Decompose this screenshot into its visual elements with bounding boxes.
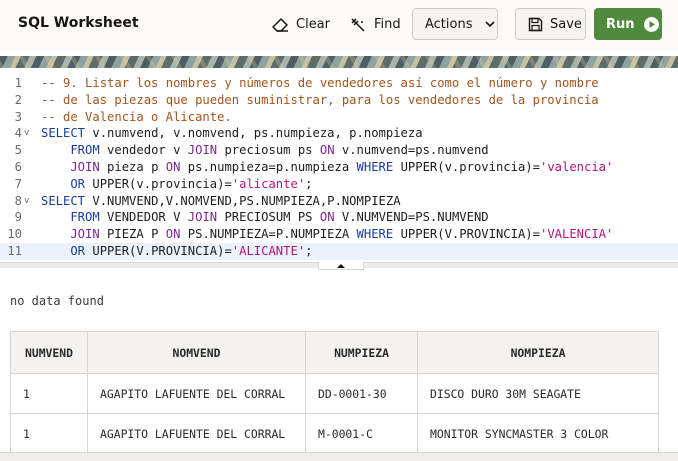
find-icon bbox=[351, 17, 365, 32]
worksheet-toolbar: SQL Worksheet Clear Find Actions Save Ru… bbox=[0, 0, 678, 50]
find-button-label: Find bbox=[374, 16, 401, 32]
result-status-message: no data found bbox=[10, 294, 104, 308]
table-cell: 1 bbox=[10, 373, 88, 414]
table-row: 1 AGAPITO LAFUENTE DEL CORRAL DD-0001-30… bbox=[10, 373, 659, 414]
clear-button[interactable]: Clear bbox=[272, 8, 330, 40]
actions-menu-button[interactable]: Actions bbox=[412, 8, 498, 40]
line-number: 2 bbox=[14, 92, 22, 107]
line-number: 10 bbox=[7, 227, 22, 242]
line-number: 1 bbox=[14, 76, 22, 90]
code-line[interactable]: 1 -- 9. Listar los nombres y números de v… bbox=[0, 75, 678, 92]
code-text: FROM VENDEDOR V JOIN PRECIOSUM PS ON V.N… bbox=[41, 210, 489, 225]
table-cell: AGAPITO LAFUENTE DEL CORRAL bbox=[87, 413, 306, 454]
run-button[interactable]: Run bbox=[594, 8, 662, 40]
fold-toggle-icon[interactable]: v bbox=[24, 125, 29, 142]
code-text: OR UPPER(V.PROVINCIA)='ALICANTE'; bbox=[41, 244, 313, 258]
code-line[interactable]: 7 OR UPPER(v.provincia)='alicante'; bbox=[0, 176, 678, 193]
table-cell: DISCO DURO 30M SEAGATE bbox=[417, 373, 659, 414]
clear-button-label: Clear bbox=[296, 16, 330, 32]
collapse-editor-handle[interactable] bbox=[318, 262, 364, 270]
results-header-row: NUMVEND NOMVEND NUMPIEZA NOMPIEZA bbox=[10, 331, 659, 374]
line-number: 6 bbox=[14, 160, 22, 174]
table-cell: 1 bbox=[10, 413, 88, 454]
column-header[interactable]: NOMPIEZA bbox=[417, 331, 659, 374]
save-button-label: Save bbox=[550, 16, 582, 32]
code-line[interactable]: 4 v SELECT v.numvend, v.nomvend, ps.numpie… bbox=[0, 125, 678, 142]
column-header[interactable]: NOMVEND bbox=[87, 331, 306, 374]
code-text: -- 9. Listar los nombres y números de ve… bbox=[41, 76, 599, 90]
results-table: NUMVEND NOMVEND NUMPIEZA NOMPIEZA 1 AGAP… bbox=[10, 331, 659, 454]
line-number: 8 bbox=[14, 193, 22, 208]
table-row: 1 AGAPITO LAFUENTE DEL CORRAL M-0001-C M… bbox=[10, 413, 659, 454]
code-text: FROM vendedor v JOIN preciosum ps ON v.n… bbox=[41, 143, 489, 158]
page-title: SQL Worksheet bbox=[18, 15, 139, 31]
table-cell: AGAPITO LAFUENTE DEL CORRAL bbox=[87, 373, 306, 414]
code-line[interactable]: 3 -- de Valencia o Alicante. bbox=[0, 109, 678, 126]
table-cell: M-0001-C bbox=[305, 413, 418, 454]
eraser-icon bbox=[272, 17, 288, 32]
code-line[interactable]: 2 -- de las piezas que pueden suministrar… bbox=[0, 92, 678, 109]
actions-button-label: Actions bbox=[425, 16, 473, 32]
line-number: 5 bbox=[14, 143, 22, 158]
caret-up-icon bbox=[337, 263, 345, 268]
code-text: -- de Valencia o Alicante. bbox=[41, 109, 232, 124]
horizontal-scrollbar[interactable] bbox=[0, 452, 678, 461]
code-line[interactable]: 10 JOIN PIEZA P ON PS.NUMPIEZA=P.NUMPIEZ… bbox=[0, 226, 678, 243]
save-button[interactable]: Save bbox=[515, 8, 586, 40]
code-text: OR UPPER(v.provincia)='alicante'; bbox=[41, 176, 313, 191]
code-text: SELECT V.NUMVEND,V.NOMVEND,PS.NUMPIEZA,P… bbox=[41, 193, 401, 208]
sql-editor[interactable]: 1 -- 9. Listar los nombres y números de v… bbox=[0, 70, 678, 262]
find-button[interactable]: Find bbox=[350, 8, 401, 40]
line-number: 9 bbox=[14, 210, 22, 225]
decorative-banner bbox=[0, 56, 678, 68]
code-text: -- de las piezas que pueden suministrar,… bbox=[41, 92, 599, 107]
code-line[interactable]: 5 FROM vendedor v JOIN preciosum ps ON v… bbox=[0, 142, 678, 159]
fold-toggle-icon[interactable]: v bbox=[24, 193, 29, 210]
run-button-label: Run bbox=[606, 16, 635, 32]
code-text: SELECT v.numvend, v.nomvend, ps.numpieza… bbox=[41, 126, 423, 141]
code-line[interactable]: 9 FROM VENDEDOR V JOIN PRECIOSUM PS ON V… bbox=[0, 209, 678, 226]
column-header[interactable]: NUMPIEZA bbox=[305, 331, 418, 374]
table-cell: MONITOR SYNCMASTER 3 COLOR bbox=[417, 413, 659, 454]
line-number: 4 bbox=[14, 126, 22, 141]
save-icon bbox=[528, 17, 543, 31]
code-line[interactable]: 6 JOIN pieza p ON ps.numpieza=p.numpieza… bbox=[0, 159, 678, 176]
line-number: 7 bbox=[14, 176, 22, 191]
chevron-down-icon bbox=[484, 20, 495, 27]
line-number: 3 bbox=[14, 109, 22, 124]
play-circle-icon bbox=[643, 16, 659, 32]
column-header[interactable]: NUMVEND bbox=[10, 331, 88, 374]
query-results-pane: no data found NUMVEND NOMVEND NUMPIEZA N… bbox=[0, 270, 678, 461]
line-number: 11 bbox=[7, 244, 22, 258]
code-line[interactable]: 11 OR UPPER(V.PROVINCIA)='ALICANTE'; bbox=[0, 243, 678, 260]
code-line[interactable]: 8 v SELECT V.NUMVEND,V.NOMVEND,PS.NUMPIEZA… bbox=[0, 193, 678, 210]
code-text: JOIN PIEZA P ON PS.NUMPIEZA=P.NUMPIEZA W… bbox=[41, 227, 614, 242]
table-cell: DD-0001-30 bbox=[305, 373, 418, 414]
code-text: JOIN pieza p ON ps.numpieza=p.numpieza W… bbox=[41, 160, 614, 174]
